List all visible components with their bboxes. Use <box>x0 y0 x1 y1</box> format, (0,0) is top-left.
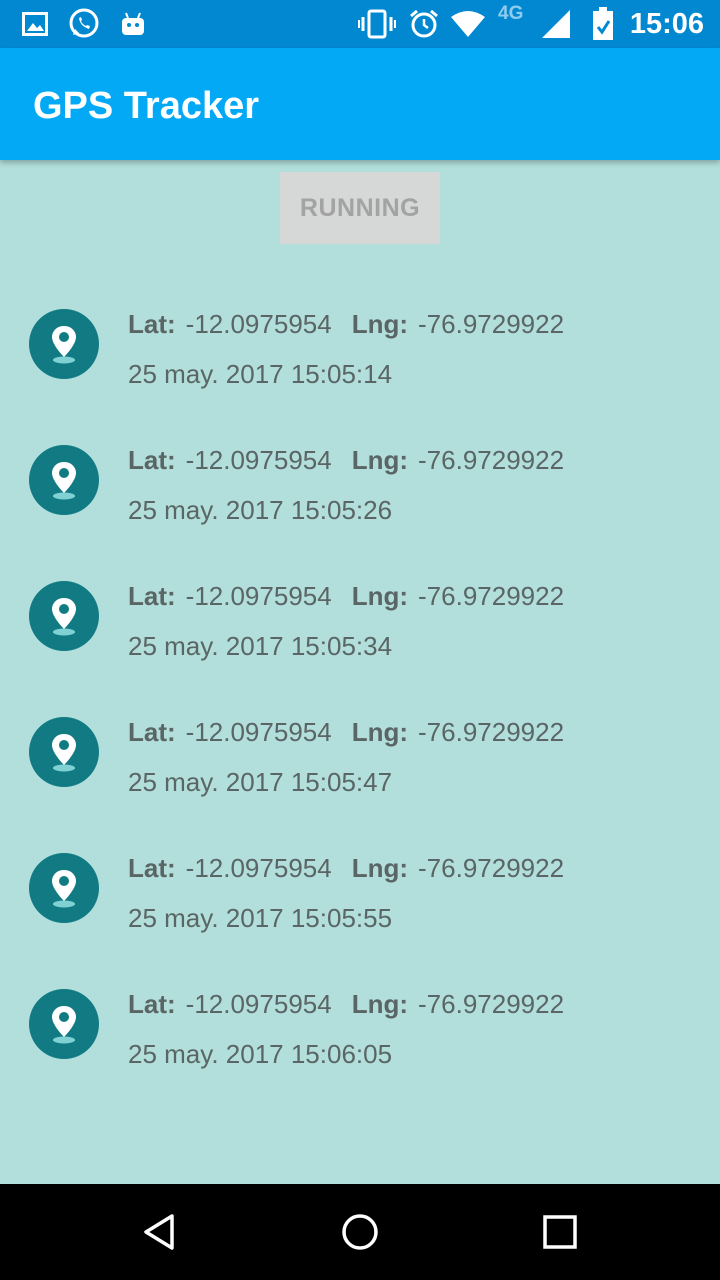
location-pin-icon <box>29 581 99 651</box>
status-bar: 4G 15:06 <box>0 0 720 48</box>
lat-label: Lat: <box>128 717 176 747</box>
location-item[interactable]: Lat: -12.0975954 Lng: -76.9729922 25 may. 2… <box>0 576 720 712</box>
whatsapp-icon <box>67 8 101 40</box>
timestamp: 25 may. 2017 15:05:26 <box>128 495 393 525</box>
lat-label: Lat: <box>128 989 176 1019</box>
location-list: Lat: -12.0975954 Lng: -76.9729922 25 may. 2… <box>0 304 720 1120</box>
navigation-bar <box>0 1184 720 1280</box>
gallery-icon <box>22 8 48 40</box>
lng-label: Lng: <box>351 309 409 339</box>
location-item[interactable]: Lat: -12.0975954 Lng: -76.9729922 25 may. 2… <box>0 440 720 576</box>
running-button[interactable]: RUNNING <box>280 172 440 244</box>
location-pin-icon <box>29 989 99 1059</box>
lng-label: Lng: <box>351 853 409 883</box>
signal-icon <box>540 8 572 40</box>
location-pin-icon <box>29 717 99 787</box>
back-button[interactable] <box>130 1202 190 1262</box>
coordinates: Lat: -12.0975954 Lng: -76.9729922 <box>128 440 564 480</box>
lat-value: -12.0975954 <box>185 309 332 339</box>
location-item[interactable]: Lat: -12.0975954 Lng: -76.9729922 25 may. 2… <box>0 984 720 1120</box>
location-pin-icon <box>29 445 99 515</box>
timestamp: 25 may. 2017 15:05:55 <box>128 903 393 933</box>
alarm-icon <box>408 8 440 40</box>
coordinates: Lat: -12.0975954 Lng: -76.9729922 <box>128 848 564 888</box>
lng-label: Lng: <box>351 581 409 611</box>
coordinates: Lat: -12.0975954 Lng: -76.9729922 <box>128 984 564 1024</box>
network-type: 4G <box>498 3 524 24</box>
app-bar: GPS Tracker <box>0 48 720 160</box>
lng-value: -76.9729922 <box>418 989 565 1019</box>
lat-label: Lat: <box>128 309 176 339</box>
lat-value: -12.0975954 <box>185 581 332 611</box>
timestamp: 25 may. 2017 15:05:47 <box>128 767 393 797</box>
timestamp: 25 may. 2017 15:05:34 <box>128 631 393 661</box>
status-time: 15:06 <box>629 8 704 40</box>
lat-label: Lat: <box>128 581 176 611</box>
lat-value: -12.0975954 <box>185 445 332 475</box>
lat-label: Lat: <box>128 853 176 883</box>
coordinates: Lat: -12.0975954 Lng: -76.9729922 <box>128 576 564 616</box>
lat-value: -12.0975954 <box>185 989 332 1019</box>
lng-value: -76.9729922 <box>418 581 565 611</box>
location-item[interactable]: Lat: -12.0975954 Lng: -76.9729922 25 may. 2… <box>0 712 720 848</box>
lng-label: Lng: <box>351 717 409 747</box>
battery-icon <box>592 7 614 40</box>
home-button[interactable] <box>330 1202 390 1262</box>
location-item[interactable]: Lat: -12.0975954 Lng: -76.9729922 25 may. 2… <box>0 848 720 984</box>
lng-value: -76.9729922 <box>418 445 565 475</box>
lng-value: -76.9729922 <box>418 853 565 883</box>
timestamp: 25 may. 2017 15:05:14 <box>128 359 393 389</box>
wifi-icon <box>450 8 486 40</box>
lng-value: -76.9729922 <box>418 717 565 747</box>
back-icon <box>144 1214 174 1250</box>
lat-label: Lat: <box>128 445 176 475</box>
timestamp: 25 may. 2017 15:06:05 <box>128 1039 393 1069</box>
location-pin-icon <box>29 853 99 923</box>
page-title: GPS Tracker <box>33 85 260 127</box>
main-content: RUNNING Lat: -12.0975954 Lng: -76.9729922 2… <box>0 160 720 1184</box>
android-icon <box>120 8 146 40</box>
lat-value: -12.0975954 <box>185 853 332 883</box>
coordinates: Lat: -12.0975954 Lng: -76.9729922 <box>128 304 564 344</box>
home-icon <box>342 1214 378 1250</box>
location-pin-icon <box>29 309 99 379</box>
lng-label: Lng: <box>351 989 409 1019</box>
recents-icon <box>543 1215 577 1249</box>
coordinates: Lat: -12.0975954 Lng: -76.9729922 <box>128 712 564 752</box>
lng-label: Lng: <box>351 445 409 475</box>
recents-button[interactable] <box>530 1202 590 1262</box>
lat-value: -12.0975954 <box>185 717 332 747</box>
location-item[interactable]: Lat: -12.0975954 Lng: -76.9729922 25 may. 2… <box>0 304 720 440</box>
vibrate-icon <box>358 8 396 40</box>
lng-value: -76.9729922 <box>418 309 565 339</box>
